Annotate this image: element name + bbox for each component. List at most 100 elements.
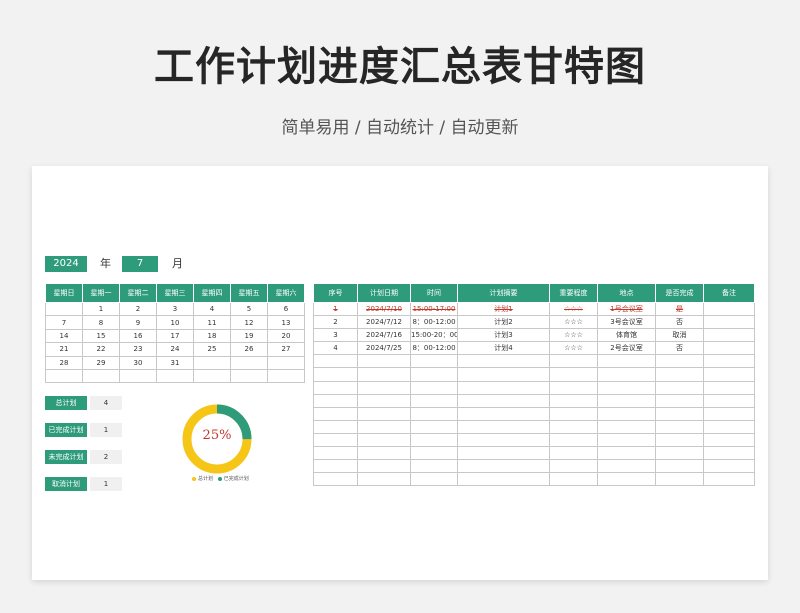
plan-empty-cell[interactable]: [357, 354, 411, 369]
calendar-day-cell[interactable]: [230, 368, 268, 384]
calendar-day-cell[interactable]: 8: [82, 315, 120, 330]
plan-empty-cell[interactable]: [357, 432, 411, 448]
calendar-day-cell[interactable]: 15: [82, 328, 120, 344]
plan-empty-cell[interactable]: [357, 459, 411, 474]
plan-cell-summary[interactable]: 计划1: [457, 301, 550, 317]
calendar-day-cell[interactable]: [156, 368, 194, 384]
plan-empty-cell[interactable]: [410, 367, 458, 382]
plan-empty-cell[interactable]: [703, 446, 755, 461]
plan-empty-cell[interactable]: [703, 459, 755, 474]
calendar-day-cell[interactable]: 12: [230, 315, 268, 330]
plan-empty-cell[interactable]: [313, 419, 358, 434]
calendar-day-cell[interactable]: 21: [45, 342, 83, 357]
calendar-day-cell[interactable]: 24: [156, 342, 194, 357]
plan-cell-note[interactable]: [703, 301, 755, 317]
plan-empty-cell[interactable]: [655, 472, 704, 487]
plan-empty-cell[interactable]: [357, 367, 411, 382]
plan-empty-cell[interactable]: [313, 367, 358, 382]
plan-empty-cell[interactable]: [410, 354, 458, 369]
plan-empty-cell[interactable]: [410, 446, 458, 461]
plan-empty-cell[interactable]: [410, 459, 458, 474]
plan-empty-cell[interactable]: [457, 380, 550, 395]
plan-cell-summary[interactable]: 计划3: [457, 328, 550, 343]
plan-cell-no[interactable]: 2: [313, 315, 358, 330]
plan-cell-importance[interactable]: ☆☆☆: [549, 315, 598, 330]
calendar-day-cell[interactable]: [82, 368, 120, 384]
plan-cell-done[interactable]: 否: [655, 341, 704, 356]
plan-empty-cell[interactable]: [357, 393, 411, 408]
plan-empty-cell[interactable]: [597, 354, 656, 369]
plan-empty-cell[interactable]: [655, 406, 704, 421]
plan-cell-done[interactable]: 取消: [655, 328, 704, 343]
plan-empty-cell[interactable]: [703, 419, 755, 434]
plan-cell-summary[interactable]: 计划4: [457, 341, 550, 356]
plan-cell-date[interactable]: 2024/7/10: [357, 301, 411, 317]
plan-cell-no[interactable]: 3: [313, 328, 358, 343]
calendar-day-cell[interactable]: 30: [119, 355, 157, 370]
calendar-day-cell[interactable]: 5: [230, 301, 268, 317]
plan-cell-time[interactable]: 8：00-12:00: [410, 315, 458, 330]
plan-empty-cell[interactable]: [703, 406, 755, 421]
plan-empty-cell[interactable]: [597, 432, 656, 448]
plan-empty-cell[interactable]: [457, 446, 550, 461]
plan-empty-cell[interactable]: [549, 367, 598, 382]
plan-cell-date[interactable]: 2024/7/16: [357, 328, 411, 343]
plan-cell-no[interactable]: 4: [313, 341, 358, 356]
calendar-day-cell[interactable]: 29: [82, 355, 120, 370]
plan-empty-cell[interactable]: [313, 354, 358, 369]
plan-cell-time[interactable]: 15:00-20：00: [410, 328, 458, 343]
plan-empty-cell[interactable]: [457, 406, 550, 421]
plan-empty-cell[interactable]: [410, 406, 458, 421]
plan-cell-date[interactable]: 2024/7/25: [357, 341, 411, 356]
plan-empty-cell[interactable]: [597, 472, 656, 487]
plan-cell-summary[interactable]: 计划2: [457, 315, 550, 330]
plan-empty-cell[interactable]: [357, 419, 411, 434]
plan-empty-cell[interactable]: [313, 472, 358, 487]
plan-cell-place[interactable]: 3号会议室: [597, 315, 656, 330]
plan-empty-cell[interactable]: [655, 380, 704, 395]
calendar-day-cell[interactable]: 6: [267, 301, 305, 317]
plan-cell-time[interactable]: 8：00-12:00: [410, 341, 458, 356]
plan-empty-cell[interactable]: [457, 419, 550, 434]
calendar-day-cell[interactable]: 13: [267, 315, 305, 330]
plan-empty-cell[interactable]: [549, 432, 598, 448]
calendar-day-cell[interactable]: 1: [82, 301, 120, 317]
plan-empty-cell[interactable]: [703, 432, 755, 448]
calendar-day-cell[interactable]: 26: [230, 342, 268, 357]
plan-empty-cell[interactable]: [357, 406, 411, 421]
plan-cell-importance[interactable]: ☆☆☆: [549, 341, 598, 356]
plan-empty-cell[interactable]: [703, 472, 755, 487]
plan-empty-cell[interactable]: [357, 380, 411, 395]
calendar-day-cell[interactable]: 17: [156, 328, 194, 344]
plan-empty-cell[interactable]: [410, 432, 458, 448]
plan-empty-cell[interactable]: [549, 419, 598, 434]
plan-empty-cell[interactable]: [597, 380, 656, 395]
plan-empty-cell[interactable]: [549, 406, 598, 421]
plan-cell-importance[interactable]: ☆☆☆: [549, 301, 598, 317]
calendar-day-cell[interactable]: 23: [119, 342, 157, 357]
calendar-day-cell[interactable]: [267, 368, 305, 384]
plan-empty-cell[interactable]: [457, 459, 550, 474]
calendar-day-cell[interactable]: 14: [45, 328, 83, 344]
plan-empty-cell[interactable]: [655, 432, 704, 448]
calendar-day-cell[interactable]: 4: [193, 301, 231, 317]
plan-empty-cell[interactable]: [357, 446, 411, 461]
plan-empty-cell[interactable]: [655, 367, 704, 382]
calendar-day-cell[interactable]: 19: [230, 328, 268, 344]
plan-cell-note[interactable]: [703, 315, 755, 330]
calendar-day-cell[interactable]: 16: [119, 328, 157, 344]
plan-cell-place[interactable]: 2号会议室: [597, 341, 656, 356]
calendar-day-cell[interactable]: [193, 368, 231, 384]
plan-cell-done[interactable]: 否: [655, 315, 704, 330]
plan-cell-no[interactable]: 1: [313, 301, 358, 317]
plan-cell-done[interactable]: 是: [655, 301, 704, 317]
plan-empty-cell[interactable]: [549, 446, 598, 461]
plan-empty-cell[interactable]: [357, 472, 411, 487]
calendar-day-cell[interactable]: [230, 355, 268, 370]
plan-empty-cell[interactable]: [655, 459, 704, 474]
plan-cell-time[interactable]: 15:00-17:00: [410, 301, 458, 317]
plan-empty-cell[interactable]: [410, 419, 458, 434]
plan-cell-date[interactable]: 2024/7/12: [357, 315, 411, 330]
calendar-day-cell[interactable]: 18: [193, 328, 231, 344]
plan-empty-cell[interactable]: [457, 393, 550, 408]
